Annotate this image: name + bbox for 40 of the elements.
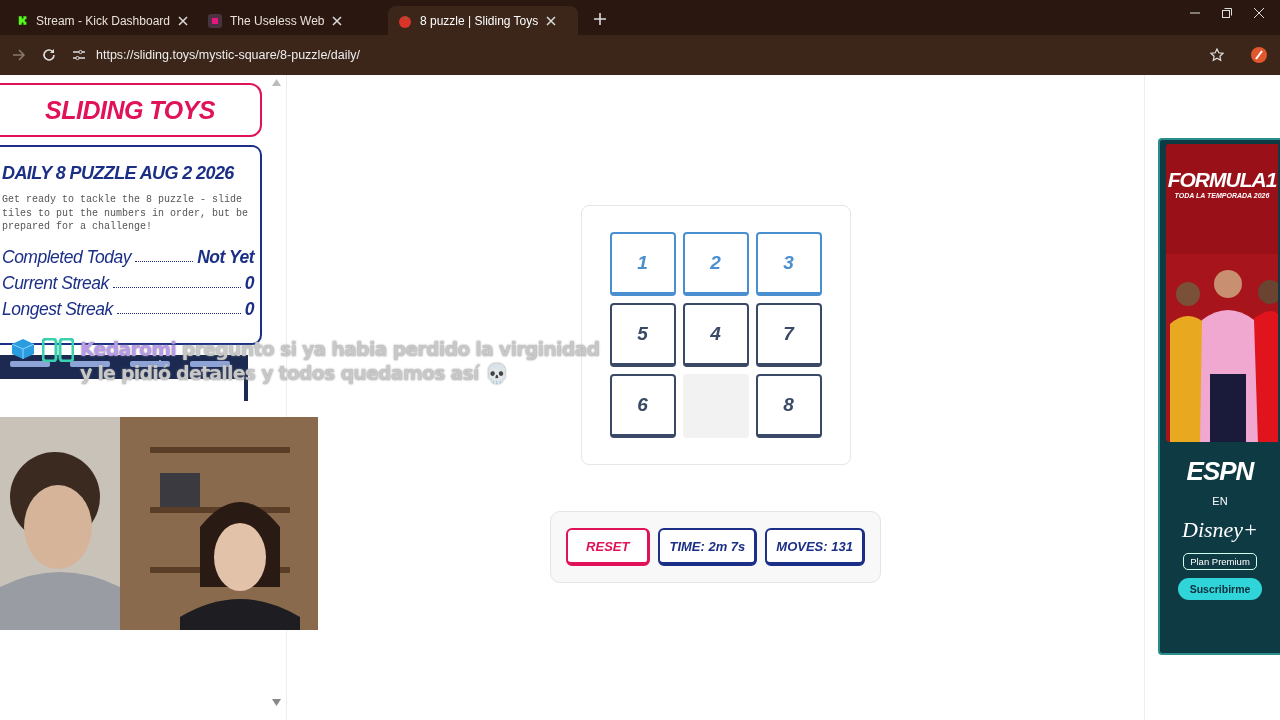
ad-brand: ESPN [1186,456,1254,487]
ad-partner: Disney+ [1182,517,1258,543]
badge-icon [42,338,74,362]
counter-display: MOVES: 131 [765,528,865,566]
stat-label: Completed Today [2,245,132,269]
ad-headline: FORMULA1 [1167,168,1277,192]
stat-label: Longest Streak [2,297,113,321]
stat-label: Current Streak [2,271,109,295]
kick-logo-icon [18,14,28,27]
square-icon [208,13,222,28]
extension-icon[interactable] [1250,46,1268,64]
puzzle-tile[interactable]: 6 [609,374,676,438]
forward-icon[interactable] [12,49,26,61]
cube-icon [10,338,36,360]
address-field[interactable]: https://sliding.toys/mystic-square/8-puzzle/daily/ [96,48,360,62]
restore-icon[interactable] [1222,7,1232,18]
close-icon[interactable] [1254,7,1264,18]
stat-value: 0 [244,297,254,321]
ad-plan-label: Plan Premium [1183,553,1257,570]
reload-icon[interactable] [42,48,56,62]
browser-tab[interactable]: 8 puzzle | Sliding Toys [388,6,578,35]
puzzle-tile[interactable]: 7 [755,303,822,367]
intro-text: Get ready to tackle the 8 puzzle - slide tiles to put the numbers in order, but be prepared for a challenge! [2,193,250,234]
tomato-icon [398,13,412,28]
puzzle-tile[interactable]: 8 [755,374,822,438]
ad-text: EN [1212,495,1228,507]
site-settings-icon[interactable] [72,49,86,61]
stat-value: 0 [244,271,254,295]
stat-value: Not Yet [197,245,254,269]
puzzle-tile[interactable]: 4 [682,303,749,367]
bookmark-star-icon[interactable] [1210,48,1224,62]
browser-tab[interactable]: The Useless Web [198,6,388,35]
site-logo[interactable]: SLIDING TOYS [0,83,262,137]
puzzle-tile[interactable]: 5 [609,303,676,367]
puzzle-title: DAILY 8 PUZZLE AUG 2 2026 [2,162,236,185]
browser-tab[interactable]: Stream - Kick Dashboard [8,6,198,35]
scroll-down-icon[interactable] [271,699,281,706]
reset-button[interactable]: RESET [566,528,651,566]
counter-display: TIME: 2m 7s [658,528,758,566]
subscribe-button[interactable]: Suscribirme [1177,578,1263,600]
